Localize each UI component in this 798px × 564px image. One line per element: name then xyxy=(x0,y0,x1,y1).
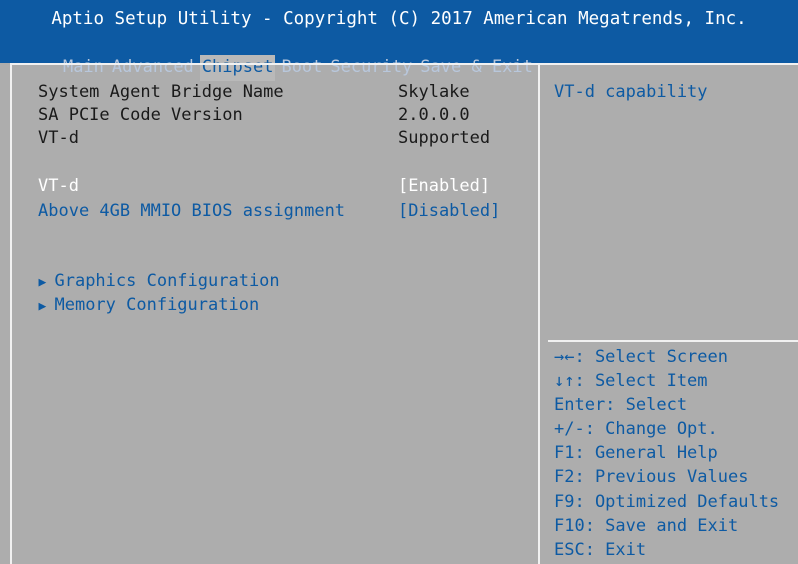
key-help-f10: F10: Save and Exit xyxy=(554,515,739,536)
option-vtd-value[interactable]: [Enabled] xyxy=(398,175,490,197)
option-above-4gb-mmio-value[interactable]: [Disabled] xyxy=(398,200,500,222)
panel-divider xyxy=(538,63,540,564)
option-above-4gb-mmio[interactable]: Above 4GB MMIO BIOS assignment xyxy=(38,200,345,222)
key-help-f2: F2: Previous Values xyxy=(554,467,749,488)
key-help-f1: F1: General Help xyxy=(554,443,718,464)
submenu-memory[interactable]: ▶ Memory Configuration xyxy=(18,272,259,318)
triangle-right-icon: ▶ xyxy=(38,299,47,314)
key-help-esc: ESC: Exit xyxy=(554,539,647,560)
key-help-list: →←: Select Screen ↓↑: Select Item Enter:… xyxy=(554,345,779,562)
key-help-change-opt: +/-: Change Opt. xyxy=(554,419,718,440)
submenu-memory-label: Memory Configuration xyxy=(54,295,260,315)
key-help-select-item: ↓↑: Select Item xyxy=(554,371,708,392)
utility-title: Aptio Setup Utility - Copyright (C) 2017… xyxy=(51,9,747,29)
info-value-vtd: Supported xyxy=(398,128,491,148)
help-separator xyxy=(548,340,798,342)
tab-bar: Main Advanced Chipset Boot Security Save & Ex… xyxy=(20,35,539,81)
info-value-agent-bridge: Skylake xyxy=(398,82,470,102)
help-text: VT-d capability xyxy=(554,82,708,102)
key-help-select-screen: →←: Select Screen xyxy=(554,347,728,367)
info-label-vtd: VT-d xyxy=(38,128,79,148)
header-bar: Aptio Setup Utility - Copyright (C) 2017… xyxy=(0,0,798,81)
info-label-pcie-version: SA PCIe Code Version xyxy=(38,105,243,125)
key-help-enter: Enter: Select xyxy=(554,395,688,416)
option-vtd[interactable]: VT-d xyxy=(38,175,79,197)
info-value-pcie-version: 2.0.0.0 xyxy=(398,105,470,125)
info-label-agent-bridge: System Agent Bridge Name xyxy=(38,82,284,102)
key-help-f9: F9: Optimized Defaults xyxy=(554,491,780,512)
